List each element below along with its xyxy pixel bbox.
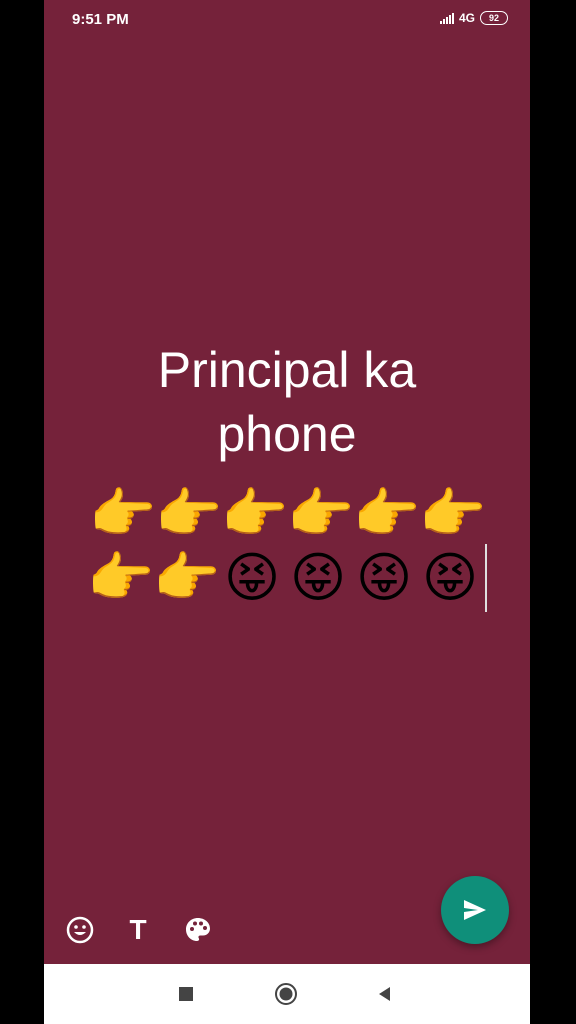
pointing-left-emoji: 👉 bbox=[419, 482, 487, 545]
pointing-left-emoji: 👉 bbox=[353, 482, 421, 545]
status-text-line-2: phone bbox=[217, 406, 357, 462]
emoji-row-2: 👉 👉 😝 😝 😝 😝 bbox=[64, 544, 510, 612]
emoji-content[interactable]: 👉 👉 👉 👉 👉 👉 👉 👉 😝 😝 😝 😝 bbox=[64, 482, 510, 612]
triangle-back-icon bbox=[379, 987, 390, 1001]
palette-icon bbox=[186, 918, 210, 941]
pointing-left-emoji: 👉 bbox=[87, 546, 155, 609]
status-composer-screen: 9:51 PM 4G 92 Principal ka phone 👉 👉 👉 👉… bbox=[44, 0, 530, 1024]
status-bar: 9:51 PM 4G 92 bbox=[44, 0, 530, 40]
background-color-button[interactable] bbox=[180, 912, 216, 948]
squinting-tongue-emoji: 😝 bbox=[289, 546, 347, 609]
battery-level: 92 bbox=[488, 13, 499, 23]
pointing-left-emoji: 👉 bbox=[89, 482, 157, 545]
back-button[interactable] bbox=[371, 980, 399, 1008]
recents-button[interactable] bbox=[172, 980, 200, 1008]
pointing-left-emoji: 👉 bbox=[287, 482, 355, 545]
status-time: 9:51 PM bbox=[72, 11, 129, 28]
emoji-row-1: 👉 👉 👉 👉 👉 👉 bbox=[64, 482, 510, 546]
status-text-input[interactable]: Principal ka phone bbox=[74, 338, 500, 466]
pointing-left-emoji: 👉 bbox=[221, 482, 289, 545]
squinting-tongue-emoji: 😝 bbox=[355, 546, 413, 609]
squinting-tongue-emoji: 😝 bbox=[223, 546, 281, 609]
status-indicators: 4G 92 bbox=[439, 11, 508, 25]
square-icon bbox=[179, 987, 193, 1001]
home-button[interactable] bbox=[272, 980, 300, 1008]
text-T-icon: T bbox=[129, 914, 147, 945]
signal-icon bbox=[439, 12, 454, 24]
squinting-tongue-emoji: 😝 bbox=[421, 546, 479, 609]
text-style-button[interactable]: T bbox=[120, 912, 156, 948]
send-button[interactable] bbox=[441, 876, 509, 944]
battery-icon: 92 bbox=[480, 11, 508, 25]
send-icon bbox=[464, 900, 486, 920]
system-nav-bar bbox=[44, 964, 530, 1024]
smiley-icon bbox=[66, 916, 94, 944]
pointing-left-emoji: 👉 bbox=[153, 546, 221, 609]
status-text-line-1: Principal ka bbox=[157, 342, 417, 398]
text-cursor bbox=[485, 544, 487, 612]
network-type: 4G bbox=[458, 11, 475, 25]
circle-icon bbox=[275, 983, 297, 1005]
emoji-button[interactable] bbox=[62, 912, 98, 948]
pointing-left-emoji: 👉 bbox=[155, 482, 223, 545]
